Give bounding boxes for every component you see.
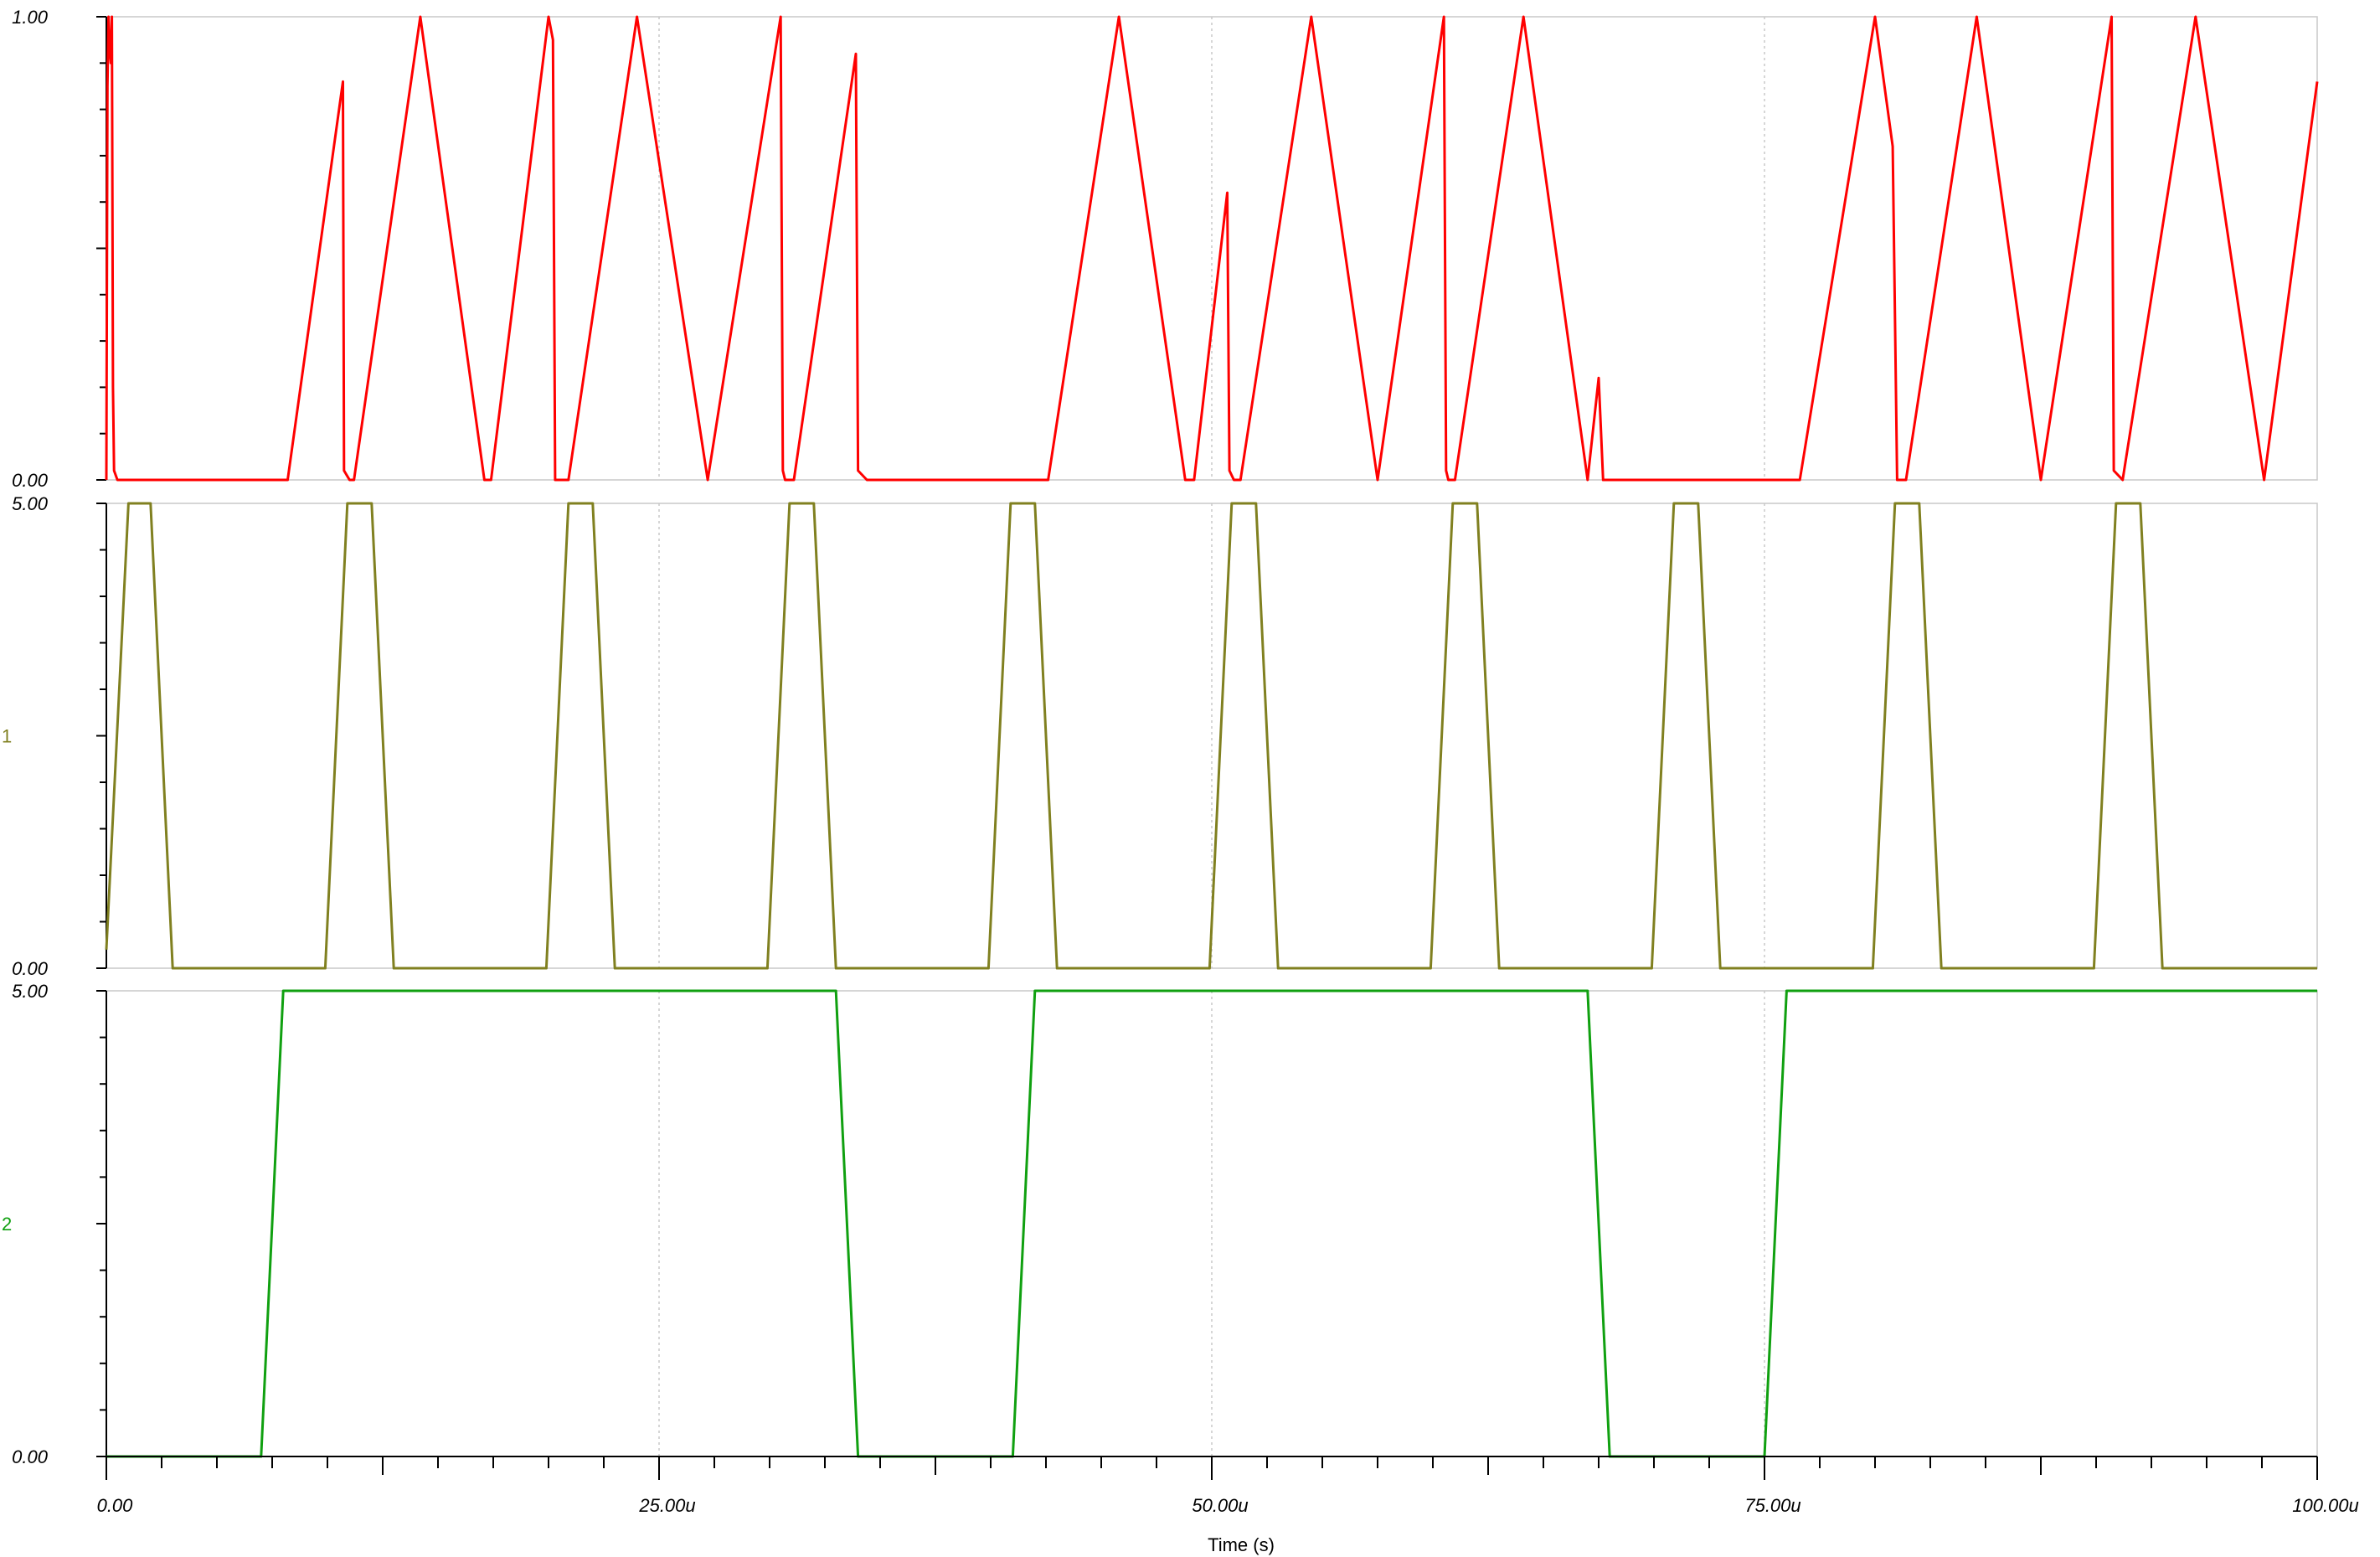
x-tick-label-3: 75.00u	[1744, 1495, 1800, 1516]
x-tick-label-0: 0.00	[97, 1495, 134, 1516]
panel-2-y-tick-label-min: 0.00	[12, 1446, 49, 1467]
x-tick-label-2: 50.00u	[1192, 1495, 1248, 1516]
x-axis-title: Time (s)	[1208, 1534, 1275, 1555]
panel-0: 0.00 1.00	[12, 7, 2319, 491]
panel-1-y-tick-label-min: 0.00	[12, 958, 49, 979]
oscilloscope-chart: 0.001.000.005.0010.005.002 Time (s) 0.00…	[2, 7, 2359, 1555]
panels-layer: 0.001.000.005.0010.005.002	[2, 7, 2319, 1467]
x-tick-label-1: 25.00u	[638, 1495, 695, 1516]
x-tick-label-4: 100.00u	[2292, 1495, 2359, 1516]
panel-1: 0.00 5.00 1	[2, 493, 2318, 979]
panel-2-frame	[106, 990, 2318, 1457]
panel-1-trace-label: 1	[2, 726, 12, 747]
panel-0-y-tick-label-min: 0.00	[12, 470, 49, 491]
panel-2: 0.00 5.00 2	[2, 981, 2318, 1467]
panel-1-y-tick-label-max: 5.00	[12, 493, 49, 514]
panel-1-series-0	[105, 502, 2317, 970]
panel-2-trace-label: 2	[2, 1214, 12, 1235]
panel-2-series-0	[106, 989, 2317, 1458]
x-axis: Time (s) 0.00 25.00u 50.00u 75.00u 100.00u	[97, 1456, 2359, 1555]
panel-0-y-tick-label-max: 1.00	[12, 7, 49, 28]
panel-2-y-tick-label-max: 5.00	[12, 981, 49, 1002]
